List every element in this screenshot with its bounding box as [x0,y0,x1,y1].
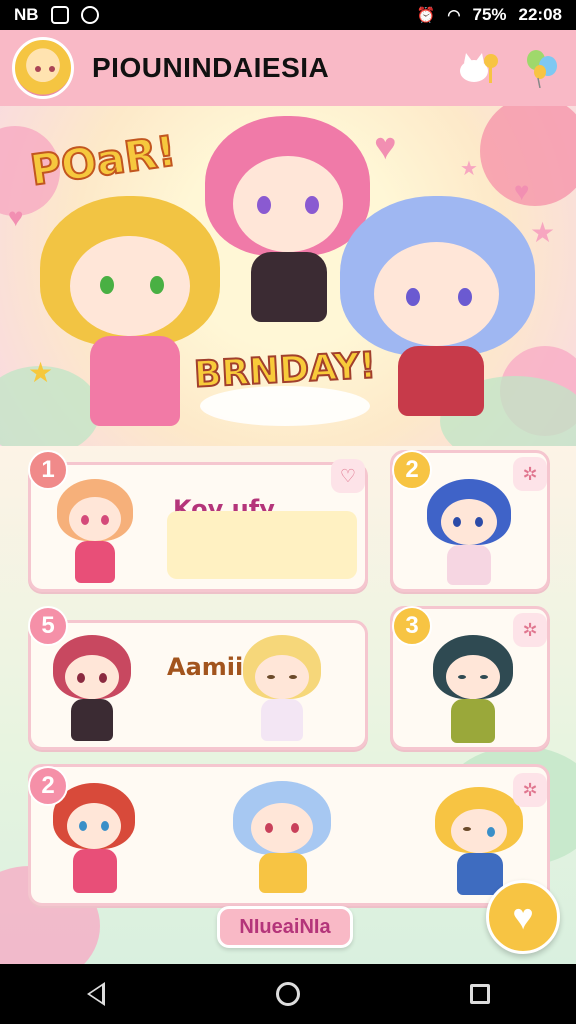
avatar[interactable] [12,37,74,99]
sticker-card-3[interactable]: Aamiilo [28,620,368,750]
hero-title: POaR! [26,125,180,196]
sticker-character [233,771,333,897]
cat-add-icon[interactable] [456,46,500,90]
character-blue-hair [340,196,540,426]
sticker-number-badge: 2 [392,450,432,490]
sparkle-icon[interactable]: ✲ [513,773,547,807]
home-icon [276,982,300,1006]
app-header: PIOUNINDAIESIA [0,30,576,106]
battery-level: 75% [472,5,507,24]
sparkle-icon[interactable]: ✲ [513,613,547,647]
heart-decoration-icon: ♥ [374,126,397,168]
sticker-card-panel [167,511,357,579]
sticker-number-badge: 5 [28,606,68,646]
bottom-pill-button[interactable]: NIueaiNIa [217,906,353,948]
sticker-number-badge: 1 [28,450,68,490]
carrier-label: NB [14,5,39,24]
recents-icon [470,984,490,1004]
heart-decoration-icon: ♥ [8,202,24,232]
sticker-character [53,635,133,747]
sparkle-icon[interactable]: ✲ [513,457,547,491]
home-button[interactable] [258,964,318,1024]
back-button[interactable] [66,964,126,1024]
recents-button[interactable] [450,964,510,1024]
sticker-card-5[interactable]: ✲ [28,764,550,906]
sticker-character [433,635,515,747]
system-nav-bar [0,964,576,1024]
sticker-card-1[interactable]: Kov ufy ♡ [28,459,368,592]
status-bar: NB ⏰ ◠ 75% 22:08 [0,0,576,30]
sticker-character [243,635,323,747]
sticker-character [53,783,137,897]
star-decoration-icon: ★ [28,357,54,388]
app-notification-icon [80,6,99,24]
app-title: PIOUNINDAIESIA [92,52,330,83]
character-yellow-hair [40,196,230,436]
sticker-number-badge: 2 [28,766,68,806]
star-decoration-icon: ★ [460,158,478,180]
star-decoration-icon: ★ [530,217,556,248]
balloons-icon[interactable] [520,46,564,90]
sticker-character [427,479,513,589]
alarm-icon: ⏰ [416,7,436,24]
back-icon [87,982,105,1006]
gallery-notification-icon [50,6,69,24]
sticker-character [57,479,137,587]
heart-decoration-icon: ♥ [514,176,530,206]
heart-favorite-icon[interactable]: ♥ [486,880,560,954]
clock: 22:08 [518,5,562,24]
sticker-number-badge: 3 [392,606,432,646]
hero-banner[interactable]: POaR! BRNDAY! ♥ ♥ ♥ ★ ★ ★ [0,106,576,446]
wifi-icon: ◠ [447,7,461,24]
heart-icon[interactable]: ♡ [331,459,365,493]
